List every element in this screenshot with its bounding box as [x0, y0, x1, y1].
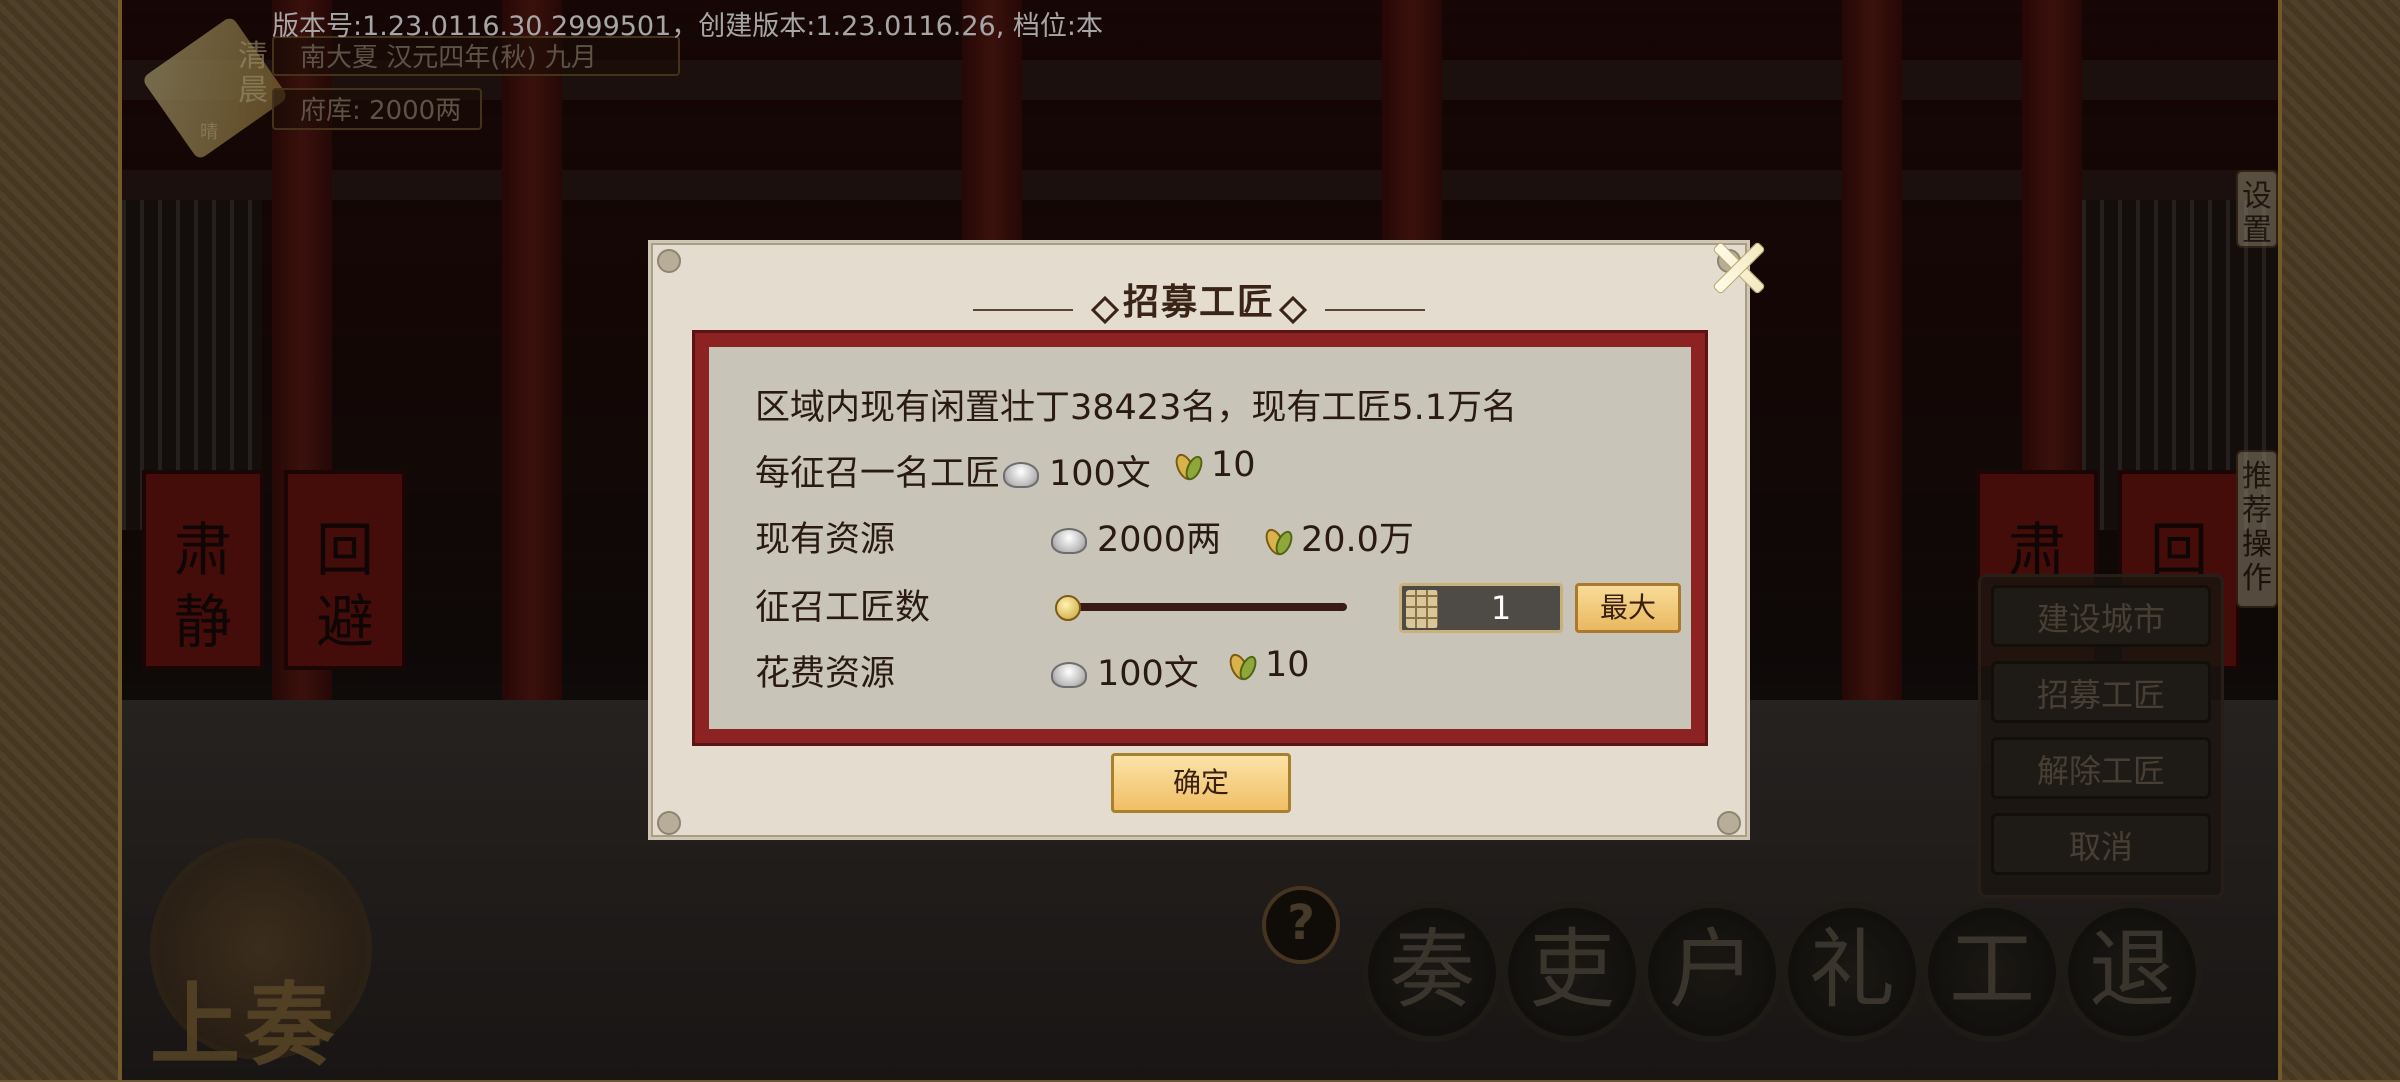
current-silver-value: 2000两 — [1097, 520, 1222, 560]
dialog-header: 招募工匠 — [651, 273, 1747, 325]
silver-ingot-icon — [1051, 528, 1087, 554]
current-grain-value: 20.0万 — [1301, 520, 1414, 560]
right-frame — [2282, 0, 2400, 1080]
title-rule — [1325, 308, 1425, 311]
banner: 回避 — [284, 470, 406, 670]
ministry-button-works[interactable]: 工 — [1922, 902, 2062, 1042]
recruit-count-value: 1 — [1490, 589, 1512, 627]
cost-per-label: 每征召一名工匠 — [755, 454, 1001, 494]
ministry-button-personnel[interactable]: 吏 — [1502, 902, 1642, 1042]
recruit-info-panel: 区域内现有闲置壮丁38423名，现有工匠5.1万名 每征召一名工匠 100文 1… — [692, 330, 1708, 746]
pillar — [1842, 0, 1902, 760]
corner-rivet — [1717, 811, 1741, 835]
ministry-button-memorial[interactable]: 奏 — [1362, 902, 1502, 1042]
weather-label: 晴 — [200, 122, 218, 143]
cost-per-silver-value: 100文 — [1049, 454, 1151, 494]
recruit-count-label: 征召工匠数 — [755, 588, 931, 628]
title-rule — [972, 308, 1073, 311]
cancel-button[interactable]: 取消 — [1991, 813, 2211, 875]
close-button[interactable] — [1699, 229, 1775, 305]
dialog-title: 招募工匠 — [1122, 282, 1275, 323]
confirm-button[interactable]: 确定 — [1111, 753, 1291, 813]
ministry-button-exit[interactable]: 退 — [2062, 902, 2202, 1042]
grain-icon — [1173, 449, 1201, 483]
recruit-craftsman-dialog: 招募工匠 区域内现有闲置壮丁38423名，现有工匠5.1万名 每征召一名工匠 1… — [648, 240, 1766, 840]
corner-rivet — [657, 811, 681, 835]
current-resources-label: 现有资源 — [755, 520, 896, 560]
recruit-count-input[interactable]: 1 — [1399, 583, 1563, 633]
action-menu: 建设城市 招募工匠 解除工匠 取消 — [1978, 574, 2224, 898]
version-text: 版本号:1.23.0116.30.2999501，创建版本:1.23.0116.… — [272, 11, 1102, 42]
spend-grain: 10 — [1227, 645, 1310, 685]
cost-per-silver: 100文 — [1003, 445, 1151, 496]
max-button[interactable]: 最大 — [1575, 583, 1681, 633]
build-city-button[interactable]: 建设城市 — [1991, 585, 2211, 647]
spend-resources-label: 花费资源 — [755, 654, 896, 694]
summary-text: 区域内现有闲置壮丁38423名，现有工匠5.1万名 — [755, 388, 1518, 428]
current-grain: 20.0万 — [1263, 511, 1414, 562]
treasury-display: 府库: 2000两 — [272, 88, 482, 130]
ministry-button-revenue[interactable]: 户 — [1642, 902, 1782, 1042]
spend-silver-value: 100文 — [1097, 654, 1199, 694]
dismiss-craftsman-button[interactable]: 解除工匠 — [1991, 737, 2211, 799]
diamond-ornament-icon — [1090, 295, 1120, 324]
roof-beam — [122, 170, 2278, 200]
spend-silver: 100文 — [1051, 645, 1199, 696]
pillar — [502, 0, 562, 760]
grain-icon — [1227, 649, 1255, 683]
recruit-slider-track[interactable] — [1063, 603, 1347, 611]
season-label: 清晨 — [238, 39, 268, 108]
cost-per-grain-value: 10 — [1211, 445, 1256, 485]
diamond-ornament-icon — [1278, 295, 1308, 324]
silver-ingot-icon — [1003, 462, 1039, 488]
cost-per-grain: 10 — [1173, 445, 1256, 485]
recommend-tab[interactable]: 推荐操作 — [2236, 450, 2278, 608]
recruit-craftsman-button[interactable]: 招募工匠 — [1991, 661, 2211, 723]
spend-grain-value: 10 — [1265, 645, 1310, 685]
settings-tab[interactable]: 设置 — [2236, 170, 2278, 248]
recruit-slider-handle[interactable] — [1055, 595, 1081, 621]
left-frame — [0, 0, 118, 1080]
ministry-button-rites[interactable]: 礼 — [1782, 902, 1922, 1042]
calculator-icon[interactable] — [1406, 590, 1438, 628]
grain-icon — [1263, 524, 1291, 558]
help-button[interactable]: ? — [1262, 886, 1340, 964]
current-silver: 2000两 — [1051, 511, 1221, 562]
corner-rivet — [657, 249, 681, 273]
silver-ingot-icon — [1051, 662, 1087, 688]
banner: 肃静 — [142, 470, 264, 670]
memorial-button-label[interactable]: 上奏 — [150, 952, 338, 1082]
